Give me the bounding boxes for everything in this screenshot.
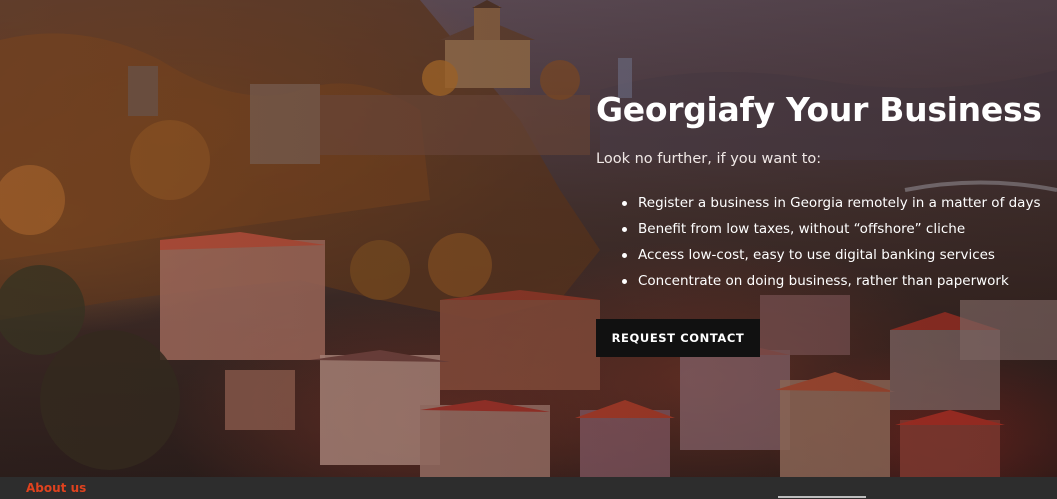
hero-lead-text: Look no further, if you want to: <box>596 151 822 167</box>
benefit-item: Register a business in Georgia remotely … <box>622 190 1057 216</box>
request-contact-button[interactable]: REQUEST CONTACT <box>596 319 760 357</box>
benefit-text: Register a business in Georgia remotely … <box>638 195 1041 211</box>
benefit-item: Access low-cost, easy to use digital ban… <box>622 242 1057 268</box>
hero-section: Georgiafy Your Business Look no further,… <box>0 0 1057 477</box>
bullet-icon <box>622 279 627 284</box>
about-us-link[interactable]: About us <box>26 481 86 495</box>
hero-headline: Georgiafy Your Business <box>596 90 1042 129</box>
benefit-text: Access low-cost, easy to use digital ban… <box>638 247 995 263</box>
benefit-text: Benefit from low taxes, without “offshor… <box>638 221 966 237</box>
footer-divider <box>778 496 866 498</box>
hero-content: Georgiafy Your Business Look no further,… <box>596 84 1057 294</box>
footer-bar: About us <box>0 477 1057 499</box>
bullet-icon <box>622 253 627 258</box>
benefit-text: Concentrate on doing business, rather th… <box>638 273 1009 289</box>
benefit-item: Concentrate on doing business, rather th… <box>622 268 1057 294</box>
bullet-icon <box>622 227 627 232</box>
benefits-list: Register a business in Georgia remotely … <box>622 190 1057 294</box>
benefit-item: Benefit from low taxes, without “offshor… <box>622 216 1057 242</box>
bullet-icon <box>622 201 627 206</box>
